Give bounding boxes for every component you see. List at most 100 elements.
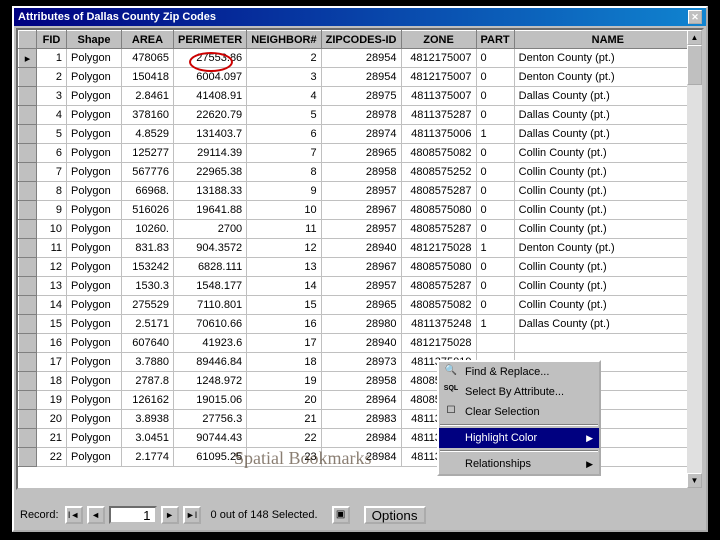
cell[interactable]: Polygon [67,448,122,467]
cell[interactable]: 28973 [321,353,401,372]
cell[interactable]: 1530.3 [122,277,174,296]
cell[interactable]: 150418 [122,68,174,87]
cell[interactable] [476,334,514,353]
cell[interactable]: 22 [37,448,67,467]
row-selector[interactable]: ▸ [19,49,37,68]
cell[interactable]: 3.8938 [122,410,174,429]
cell[interactable]: 4811375007 [401,87,476,106]
column-header[interactable]: PERIMETER [174,31,247,49]
cell[interactable]: 28958 [321,163,401,182]
cell[interactable]: 22 [247,429,321,448]
table-row[interactable]: 12Polygon1532426828.11113289674808575080… [19,258,702,277]
cell[interactable]: 19015.06 [174,391,247,410]
cell[interactable]: Polygon [67,125,122,144]
cell[interactable]: Polygon [67,334,122,353]
cell[interactable]: 19 [247,372,321,391]
prev-record-button[interactable]: ◄ [87,506,105,524]
cell[interactable]: Collin County (pt.) [514,163,701,182]
cell[interactable]: Collin County (pt.) [514,220,701,239]
cell[interactable]: 28967 [321,258,401,277]
cell[interactable]: 12 [37,258,67,277]
cell[interactable]: 6828.111 [174,258,247,277]
cell[interactable]: Collin County (pt.) [514,182,701,201]
cell[interactable]: 28967 [321,201,401,220]
cell[interactable]: 4808575287 [401,277,476,296]
cell[interactable]: 66968. [122,182,174,201]
cell[interactable]: 27756.3 [174,410,247,429]
cell[interactable]: 4808575082 [401,144,476,163]
cell[interactable]: 16 [37,334,67,353]
cell[interactable]: Dallas County (pt.) [514,125,701,144]
cell[interactable]: 28964 [321,391,401,410]
cell[interactable]: 0 [476,144,514,163]
cell[interactable]: 2700 [174,220,247,239]
cell[interactable]: 831.83 [122,239,174,258]
cell[interactable]: 516026 [122,201,174,220]
scroll-down-button[interactable]: ▼ [687,473,702,488]
cell[interactable]: 28984 [321,429,401,448]
cell[interactable]: 4.8529 [122,125,174,144]
cell[interactable]: 11 [247,220,321,239]
row-selector[interactable] [19,258,37,277]
table-row[interactable]: 15Polygon2.517170610.6616289804811375248… [19,315,702,334]
row-selector[interactable] [19,220,37,239]
cell[interactable]: 20 [247,391,321,410]
cell[interactable]: 19641.88 [174,201,247,220]
cell[interactable]: 2787.8 [122,372,174,391]
table-row[interactable]: ▸1Polygon47806527553.8622895448121750070… [19,49,702,68]
cell[interactable]: 0 [476,182,514,201]
cell[interactable]: Polygon [67,391,122,410]
row-selector[interactable] [19,106,37,125]
first-record-button[interactable]: I◄ [65,506,83,524]
cell[interactable]: 7 [247,144,321,163]
cell[interactable]: Dallas County (pt.) [514,315,701,334]
cell[interactable]: 28965 [321,296,401,315]
cell[interactable]: Dallas County (pt.) [514,106,701,125]
cell[interactable]: 3 [247,68,321,87]
cell[interactable]: 6 [37,144,67,163]
cell[interactable]: 0 [476,163,514,182]
row-selector[interactable] [19,144,37,163]
cell[interactable]: Denton County (pt.) [514,239,701,258]
column-header[interactable]: ZONE [401,31,476,49]
cell[interactable]: 14 [37,296,67,315]
menu-find-replace[interactable]: 🔍 Find & Replace... [439,362,599,382]
cell[interactable]: Polygon [67,182,122,201]
cell[interactable]: Polygon [67,68,122,87]
cell[interactable]: 27553.86 [174,49,247,68]
cell[interactable]: Collin County (pt.) [514,277,701,296]
menu-select-by-attribute[interactable]: SQL Select By Attribute... [439,382,599,402]
cell[interactable]: 378160 [122,106,174,125]
cell[interactable]: 18 [37,372,67,391]
row-selector[interactable] [19,448,37,467]
row-selector[interactable] [19,182,37,201]
cell[interactable]: Denton County (pt.) [514,68,701,87]
cell[interactable]: 89446.84 [174,353,247,372]
vertical-scrollbar[interactable]: ▲ ▼ [687,30,702,488]
row-selector[interactable] [19,353,37,372]
cell[interactable]: Polygon [67,429,122,448]
cell[interactable]: 23 [247,448,321,467]
cell[interactable]: 28974 [321,125,401,144]
cell[interactable]: 2.5171 [122,315,174,334]
cell[interactable]: Dallas County (pt.) [514,87,701,106]
cell[interactable]: 1 [476,125,514,144]
cell[interactable]: 2.8461 [122,87,174,106]
cell[interactable]: 20 [37,410,67,429]
cell[interactable]: 0 [476,106,514,125]
cell[interactable]: 6 [247,125,321,144]
options-button[interactable]: Options [364,506,426,524]
cell[interactable]: 1 [37,49,67,68]
cell[interactable]: 10 [37,220,67,239]
cell[interactable]: 28983 [321,410,401,429]
cell[interactable]: 28958 [321,372,401,391]
cell[interactable]: 7110.801 [174,296,247,315]
cell[interactable]: Polygon [67,49,122,68]
cell[interactable]: Collin County (pt.) [514,201,701,220]
cell[interactable]: 28978 [321,106,401,125]
menu-highlight-color[interactable]: Highlight Color ▶ [439,428,599,448]
row-selector[interactable] [19,315,37,334]
cell[interactable]: 4808575080 [401,201,476,220]
cell[interactable]: 28954 [321,68,401,87]
cell[interactable]: 61095.25 [174,448,247,467]
